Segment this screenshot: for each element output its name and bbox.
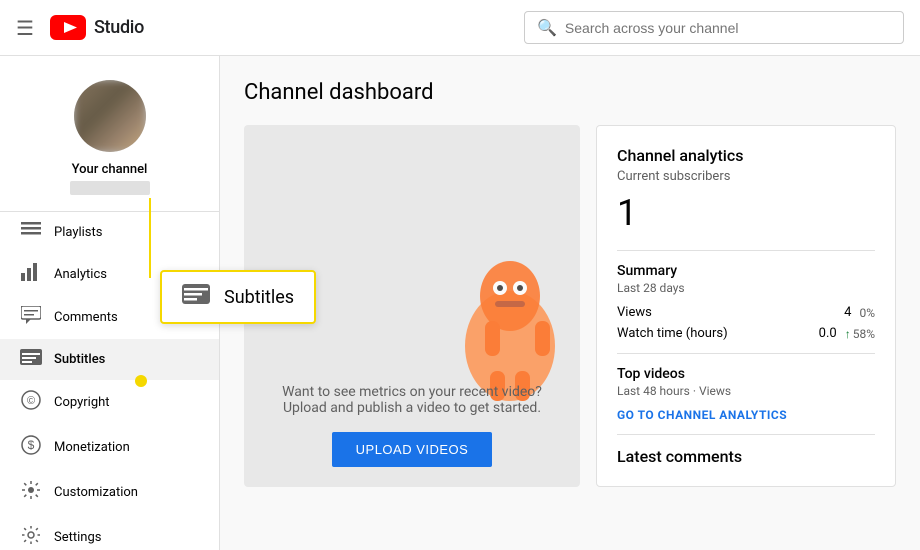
subscriber-count: 1 [617, 192, 875, 234]
watch-time-value-group: 0.0 ↑ 58% [819, 326, 875, 341]
analytics-label: Analytics [54, 267, 107, 282]
body-area: Your channel Playlists Analytics Comment… [0, 56, 920, 550]
go-to-analytics-link[interactable]: GO TO CHANNEL ANALYTICS [617, 408, 875, 422]
copyright-label: Copyright [54, 395, 110, 410]
latest-comments-title: Latest comments [617, 447, 875, 466]
summary-period: Last 28 days [617, 281, 875, 295]
views-label: Views [617, 305, 652, 320]
divider-1 [617, 250, 875, 251]
subtitles-tooltip-icon [182, 284, 210, 310]
sidebar-item-settings[interactable]: Settings [0, 515, 219, 550]
upload-videos-button[interactable]: UPLOAD VIDEOS [332, 432, 493, 467]
analytics-title: Channel analytics [617, 146, 875, 165]
divider-2 [617, 353, 875, 354]
search-bar[interactable]: 🔍 [524, 11, 904, 44]
logo-area: Studio [50, 15, 144, 40]
youtube-logo [50, 15, 86, 40]
yellow-indicator-dot [135, 375, 147, 387]
subtitles-tooltip-text: Subtitles [224, 287, 294, 308]
top-nav: ☰ Studio 🔍 [0, 0, 920, 56]
main-content: Channel dashboard [220, 56, 920, 550]
sidebar-item-copyright[interactable]: © Copyright [0, 380, 219, 425]
watch-time-row: Watch time (hours) 0.0 ↑ 58% [617, 326, 875, 341]
summary-title: Summary [617, 263, 875, 279]
studio-label: Studio [94, 17, 144, 38]
settings-label: Settings [54, 530, 101, 545]
comments-label: Comments [54, 310, 118, 325]
channel-info: Your channel [0, 56, 219, 212]
customization-label: Customization [54, 485, 138, 500]
customization-icon [20, 480, 42, 505]
sidebar-item-subtitles[interactable]: Subtitles [0, 339, 219, 380]
subtitles-tooltip: Subtitles [160, 270, 316, 324]
avatar[interactable] [74, 80, 146, 152]
search-icon: 🔍 [537, 18, 557, 37]
sidebar-item-monetization[interactable]: $ Monetization [0, 425, 219, 470]
watch-time-change: ↑ 58% [845, 327, 875, 341]
subscribers-label: Current subscribers [617, 169, 875, 184]
comments-icon [20, 306, 42, 329]
up-arrow-icon: ↑ [845, 327, 851, 341]
copyright-icon: © [20, 390, 42, 415]
page-title: Channel dashboard [244, 80, 896, 105]
subtitles-icon [20, 349, 42, 370]
views-value-group: 4 0% [844, 305, 875, 320]
top-videos-period: Last 48 hours · Views [617, 384, 875, 398]
playlists-icon [20, 222, 42, 243]
video-empty-text: Want to see metrics on your recent video… [264, 384, 560, 416]
svg-text:$: $ [28, 438, 35, 452]
analytics-icon [20, 263, 42, 286]
video-empty-state: Want to see metrics on your recent video… [264, 384, 560, 467]
divider-3 [617, 434, 875, 435]
playlists-label: Playlists [54, 225, 102, 240]
search-input[interactable] [565, 20, 891, 36]
subtitles-label: Subtitles [54, 352, 105, 367]
tooltip-connector-line [135, 198, 165, 278]
views-row: Views 4 0% [617, 305, 875, 320]
content-grid: Want to see metrics on your recent video… [244, 125, 896, 487]
tooltip-box: Subtitles [160, 270, 316, 324]
robot-icon [390, 206, 570, 406]
analytics-panel: Channel analytics Current subscribers 1 … [596, 125, 896, 487]
monetization-label: Monetization [54, 440, 130, 455]
channel-name: Your channel [72, 162, 148, 177]
svg-text:©: © [27, 395, 35, 407]
watch-time-change-pct: 58% [853, 327, 875, 341]
views-value: 4 [844, 305, 851, 320]
monetization-icon: $ [20, 435, 42, 460]
settings-icon [20, 525, 42, 550]
sidebar-item-customization[interactable]: Customization [0, 470, 219, 515]
watch-time-value: 0.0 [819, 326, 837, 341]
watch-time-label: Watch time (hours) [617, 326, 728, 341]
channel-subtitle [70, 181, 150, 195]
sidebar-item-playlists[interactable]: Playlists [0, 212, 219, 253]
menu-icon[interactable]: ☰ [16, 16, 34, 40]
top-videos-title: Top videos [617, 366, 875, 382]
views-change: 0% [859, 306, 875, 320]
